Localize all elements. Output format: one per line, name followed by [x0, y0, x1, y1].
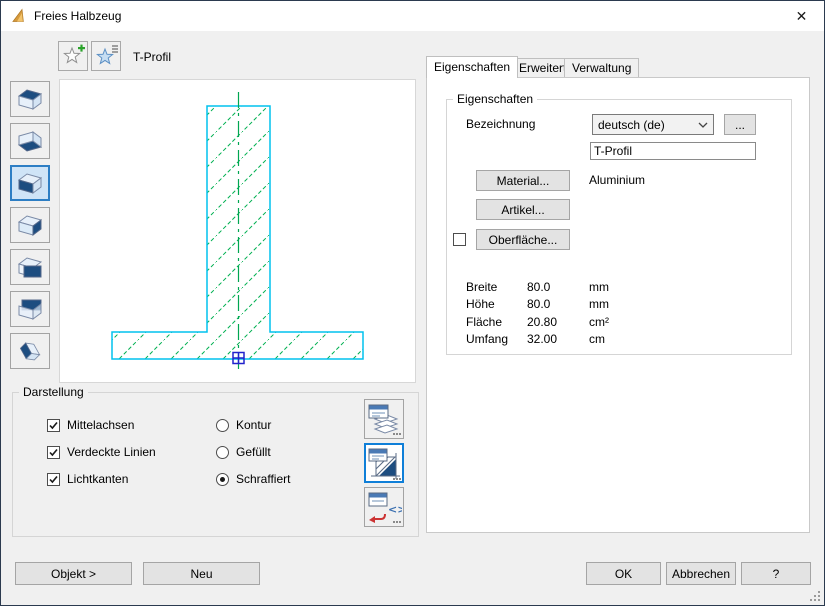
- profile-preview[interactable]: [59, 79, 416, 383]
- view-cube-back-button[interactable]: [10, 207, 50, 243]
- macro-icon: <>: [366, 489, 402, 525]
- oberflaeche-checkbox[interactable]: [453, 233, 466, 246]
- language-select-value: deutsch (de): [598, 118, 665, 132]
- radio-kontur[interactable]: Kontur: [216, 418, 271, 432]
- checkbox-label: Mittelachsen: [67, 418, 134, 432]
- darstellung-group-title: Darstellung: [19, 385, 88, 399]
- display-layers-button[interactable]: [364, 399, 404, 439]
- radio-label: Gefüllt: [236, 445, 271, 459]
- favorite-add-button[interactable]: [58, 41, 88, 71]
- star-add-icon: [59, 42, 87, 70]
- bezeichnung-label: Bezeichnung: [466, 117, 535, 131]
- radio-gefuellt[interactable]: Gefüllt: [216, 445, 271, 459]
- material-button[interactable]: Material...: [476, 170, 570, 191]
- chevron-down-icon: [698, 122, 708, 128]
- flaeche-value: 20.80: [527, 315, 557, 329]
- view-cube-iso-button[interactable]: [10, 333, 50, 369]
- eigenschaften-tab-panel: Eigenschaften Bezeichnung deutsch (de) .…: [426, 77, 810, 533]
- resize-grip[interactable]: [810, 591, 820, 601]
- radio-label: Kontur: [236, 418, 271, 432]
- umfang-value: 32.00: [527, 332, 557, 346]
- cube-back-icon: [14, 212, 46, 239]
- cube-front-solid-icon: [14, 254, 46, 281]
- display-hatched-button[interactable]: [364, 443, 404, 483]
- objekt-button[interactable]: Objekt >: [15, 562, 132, 585]
- radio-icon: [216, 419, 229, 432]
- flaeche-label: Fläche: [466, 315, 502, 329]
- view-cube-top-button[interactable]: [10, 81, 50, 117]
- help-button[interactable]: ?: [741, 562, 811, 585]
- title-bar[interactable]: Freies Halbzeug ✕: [1, 1, 824, 31]
- checkbox-checked-icon: [47, 446, 60, 459]
- darstellung-group: Darstellung: [12, 385, 419, 537]
- view-cube-bottom-button[interactable]: [10, 123, 50, 159]
- radio-selected-icon: [216, 473, 229, 486]
- t-profile-shape: [112, 106, 363, 359]
- t-profile-drawing: [60, 80, 415, 382]
- view-cube-back-solid-button[interactable]: [10, 291, 50, 327]
- hoehe-value: 80.0: [527, 297, 550, 311]
- hatch-display-icon: [366, 445, 402, 481]
- close-icon[interactable]: ✕: [779, 1, 824, 31]
- language-more-button[interactable]: ...: [724, 114, 756, 135]
- hicad-logo-icon: [11, 8, 27, 24]
- cube-front-icon: [14, 170, 46, 197]
- cube-bottom-icon: [14, 128, 46, 155]
- ok-button[interactable]: OK: [586, 562, 661, 585]
- cube-top-icon: [14, 86, 46, 113]
- star-list-icon: [92, 42, 120, 70]
- umfang-label: Umfang: [466, 332, 508, 346]
- profile-name-label: T-Profil: [133, 50, 171, 64]
- umfang-unit: cm: [589, 332, 605, 346]
- cancel-button[interactable]: Abbrechen: [666, 562, 736, 585]
- radio-schraffiert[interactable]: Schraffiert: [216, 472, 290, 486]
- artikel-button[interactable]: Artikel...: [476, 199, 570, 220]
- radio-label: Schraffiert: [236, 472, 290, 486]
- radio-icon: [216, 446, 229, 459]
- material-value: Aluminium: [589, 173, 645, 187]
- freies-halbzeug-dialog: Freies Halbzeug ✕ T-Profil: [0, 0, 825, 606]
- view-cube-front-button[interactable]: [10, 165, 50, 201]
- layers-icon: [366, 401, 402, 437]
- checkbox-checked-icon: [47, 419, 60, 432]
- svg-text:<>: <>: [388, 503, 402, 516]
- checkbox-verdeckte-linien[interactable]: Verdeckte Linien: [47, 445, 156, 459]
- checkbox-label: Verdeckte Linien: [67, 445, 156, 459]
- breite-label: Breite: [466, 280, 497, 294]
- oberflaeche-button[interactable]: Oberfläche...: [476, 229, 570, 250]
- checkbox-lichtkanten[interactable]: Lichtkanten: [47, 472, 128, 486]
- flaeche-unit: cm²: [589, 315, 609, 329]
- view-cube-front-solid-button[interactable]: [10, 249, 50, 285]
- neu-button[interactable]: Neu: [143, 562, 260, 585]
- breite-unit: mm: [589, 280, 609, 294]
- breite-value: 80.0: [527, 280, 550, 294]
- tab-eigenschaften[interactable]: Eigenschaften: [426, 56, 518, 78]
- checkbox-checked-icon: [47, 473, 60, 486]
- cube-back-solid-icon: [14, 296, 46, 323]
- language-select[interactable]: deutsch (de): [592, 114, 714, 135]
- checkbox-mittelachsen[interactable]: Mittelachsen: [47, 418, 134, 432]
- cube-iso-icon: [13, 334, 47, 368]
- hoehe-label: Höhe: [466, 297, 495, 311]
- checkbox-label: Lichtkanten: [67, 472, 128, 486]
- tab-verwaltung[interactable]: Verwaltung: [564, 58, 639, 78]
- name-input[interactable]: [590, 142, 756, 160]
- window-title: Freies Halbzeug: [34, 1, 121, 31]
- eigenschaften-group-title: Eigenschaften: [453, 92, 537, 106]
- hoehe-unit: mm: [589, 297, 609, 311]
- display-macro-button[interactable]: <>: [364, 487, 404, 527]
- favorite-list-button[interactable]: [91, 41, 121, 71]
